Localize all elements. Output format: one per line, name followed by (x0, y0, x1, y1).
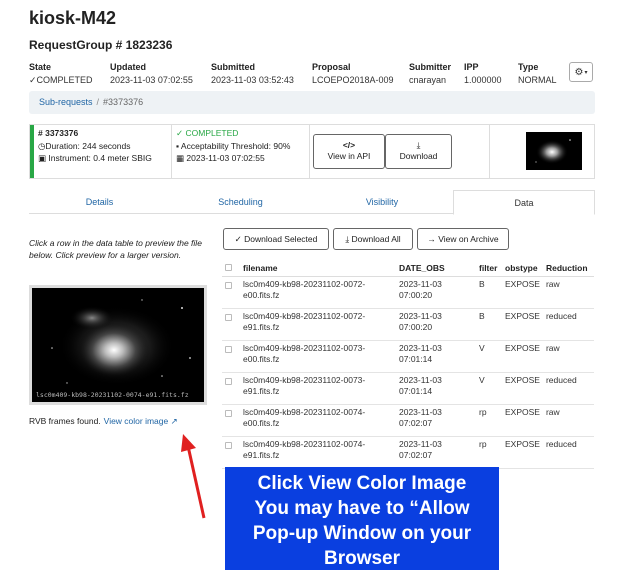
callout-line-4: Browser (323, 548, 401, 569)
callout-line-1: Click View Color Image (257, 473, 467, 494)
callout-line-2: You may have to “Allow (254, 498, 470, 519)
callout-line-3: Pop-up Window on your (252, 523, 472, 544)
annotation-callout: Click View Color Image You may have to “… (225, 467, 499, 570)
